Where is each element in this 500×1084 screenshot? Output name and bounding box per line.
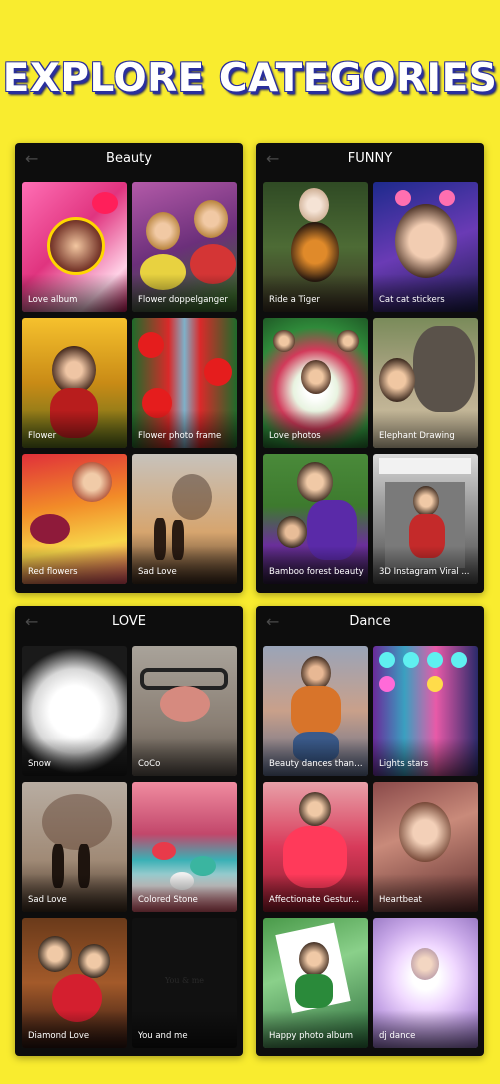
tile-label: Sad Love bbox=[28, 895, 67, 905]
category-tile[interactable]: Bamboo forest beauty bbox=[263, 454, 368, 584]
category-tile[interactable]: Cat cat stickers bbox=[373, 182, 478, 312]
tile-label: Flower doppelganger bbox=[138, 295, 228, 305]
category-panel-love: ← LOVE Snow CoCo Sad Love Colored Stone bbox=[15, 606, 243, 1056]
category-tile[interactable]: Lights stars bbox=[373, 646, 478, 776]
panel-title: Beauty bbox=[106, 151, 152, 166]
tile-label: Affectionate Gestur... bbox=[269, 895, 360, 905]
panel-title: Dance bbox=[349, 614, 391, 629]
category-tile[interactable]: Sad Love bbox=[22, 782, 127, 912]
tile-label: Colored Stone bbox=[138, 895, 198, 905]
tile-label: CoCo bbox=[138, 759, 161, 769]
tile-label: Red flowers bbox=[28, 567, 78, 577]
category-tile[interactable]: Sad Love bbox=[132, 454, 237, 584]
tile-label: Cat cat stickers bbox=[379, 295, 445, 305]
category-tile[interactable]: Love photos bbox=[263, 318, 368, 448]
tile-label: Sad Love bbox=[138, 567, 177, 577]
category-tile[interactable]: Affectionate Gestur... bbox=[263, 782, 368, 912]
tile-label: Beauty dances than ... bbox=[269, 759, 364, 769]
tile-label: Flower photo frame bbox=[138, 431, 222, 441]
category-tile[interactable]: Snow bbox=[22, 646, 127, 776]
tile-label: Snow bbox=[28, 759, 51, 769]
category-panel-funny: ← FUNNY Ride a Tiger Cat cat stickers Lo… bbox=[256, 143, 484, 593]
category-tile[interactable]: Beauty dances than ... bbox=[263, 646, 368, 776]
tile-label: dj dance bbox=[379, 1031, 416, 1041]
category-tile[interactable]: Colored Stone bbox=[132, 782, 237, 912]
tile-label: Heartbeat bbox=[379, 895, 422, 905]
category-tile[interactable]: Flower bbox=[22, 318, 127, 448]
category-tile[interactable]: 3D Instagram Viral ... bbox=[373, 454, 478, 584]
category-tile[interactable]: Elephant Drawing bbox=[373, 318, 478, 448]
tile-label: Diamond Love bbox=[28, 1031, 90, 1041]
tile-label: Love album bbox=[28, 295, 78, 305]
category-tile[interactable]: Ride a Tiger bbox=[263, 182, 368, 312]
category-panel-beauty: ← Beauty Love album Flower doppelganger … bbox=[15, 143, 243, 593]
category-tile[interactable]: Red flowers bbox=[22, 454, 127, 584]
category-tile[interactable]: Flower doppelganger bbox=[132, 182, 237, 312]
tile-label: Love photos bbox=[269, 431, 321, 441]
tile-label: Flower bbox=[28, 431, 57, 441]
panel-header: ← FUNNY bbox=[256, 143, 484, 177]
category-tile[interactable]: You & me You and me bbox=[132, 918, 237, 1048]
tile-label: Ride a Tiger bbox=[269, 295, 320, 305]
panel-header: ← Beauty bbox=[15, 143, 243, 177]
category-tile[interactable]: Heartbeat bbox=[373, 782, 478, 912]
category-tile[interactable]: Flower photo frame bbox=[132, 318, 237, 448]
tile-label: Bamboo forest beauty bbox=[269, 567, 364, 577]
tile-label: You and me bbox=[138, 1031, 188, 1041]
category-tile[interactable]: Happy photo album bbox=[263, 918, 368, 1048]
panel-header: ← LOVE bbox=[15, 606, 243, 640]
category-panel-dance: ← Dance Beauty dances than ... Lights st… bbox=[256, 606, 484, 1056]
panel-title: FUNNY bbox=[347, 151, 393, 166]
you-and-me-watermark: You & me bbox=[164, 976, 205, 985]
tile-label: 3D Instagram Viral ... bbox=[379, 567, 470, 577]
category-tile[interactable]: dj dance bbox=[373, 918, 478, 1048]
tile-label: Happy photo album bbox=[269, 1031, 353, 1041]
panel-title: LOVE bbox=[112, 614, 146, 629]
category-tile[interactable]: Love album bbox=[22, 182, 127, 312]
panel-header: ← Dance bbox=[256, 606, 484, 640]
page-headline: EXPLORE CATEGORIES bbox=[2, 56, 498, 101]
category-tile[interactable]: CoCo bbox=[132, 646, 237, 776]
tile-label: Elephant Drawing bbox=[379, 431, 455, 441]
category-tile[interactable]: Diamond Love bbox=[22, 918, 127, 1048]
tile-label: Lights stars bbox=[379, 759, 429, 769]
